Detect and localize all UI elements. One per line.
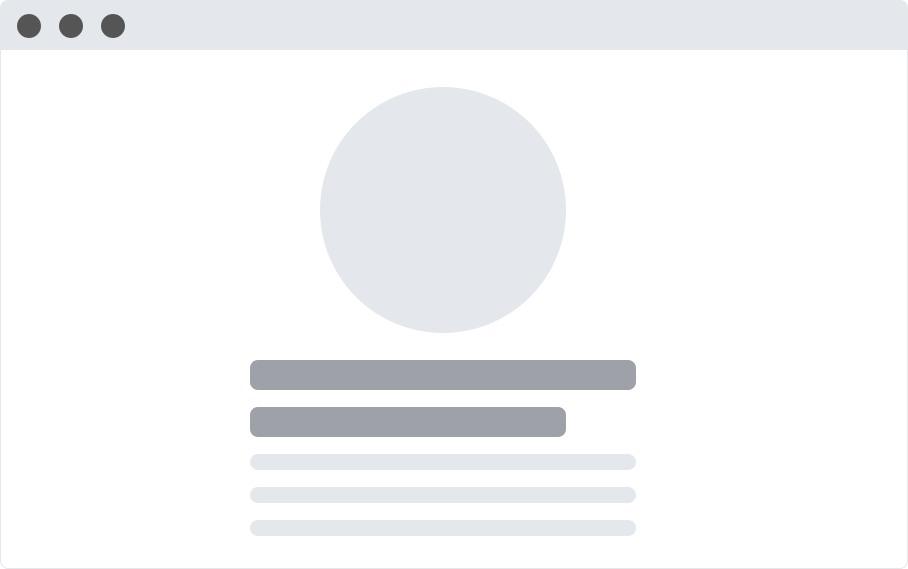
window-maximize-dot-icon[interactable] bbox=[101, 14, 125, 38]
window-close-dot-icon[interactable] bbox=[17, 14, 41, 38]
avatar-placeholder-icon bbox=[320, 87, 566, 333]
browser-window bbox=[0, 0, 908, 569]
heading-placeholder-line-1 bbox=[250, 360, 636, 390]
text-placeholder-line-3 bbox=[250, 520, 636, 536]
window-titlebar bbox=[1, 1, 907, 50]
heading-placeholder-line-2 bbox=[250, 407, 566, 437]
text-placeholder-line-2 bbox=[250, 487, 636, 503]
text-placeholder-line-1 bbox=[250, 454, 636, 470]
window-minimize-dot-icon[interactable] bbox=[59, 14, 83, 38]
